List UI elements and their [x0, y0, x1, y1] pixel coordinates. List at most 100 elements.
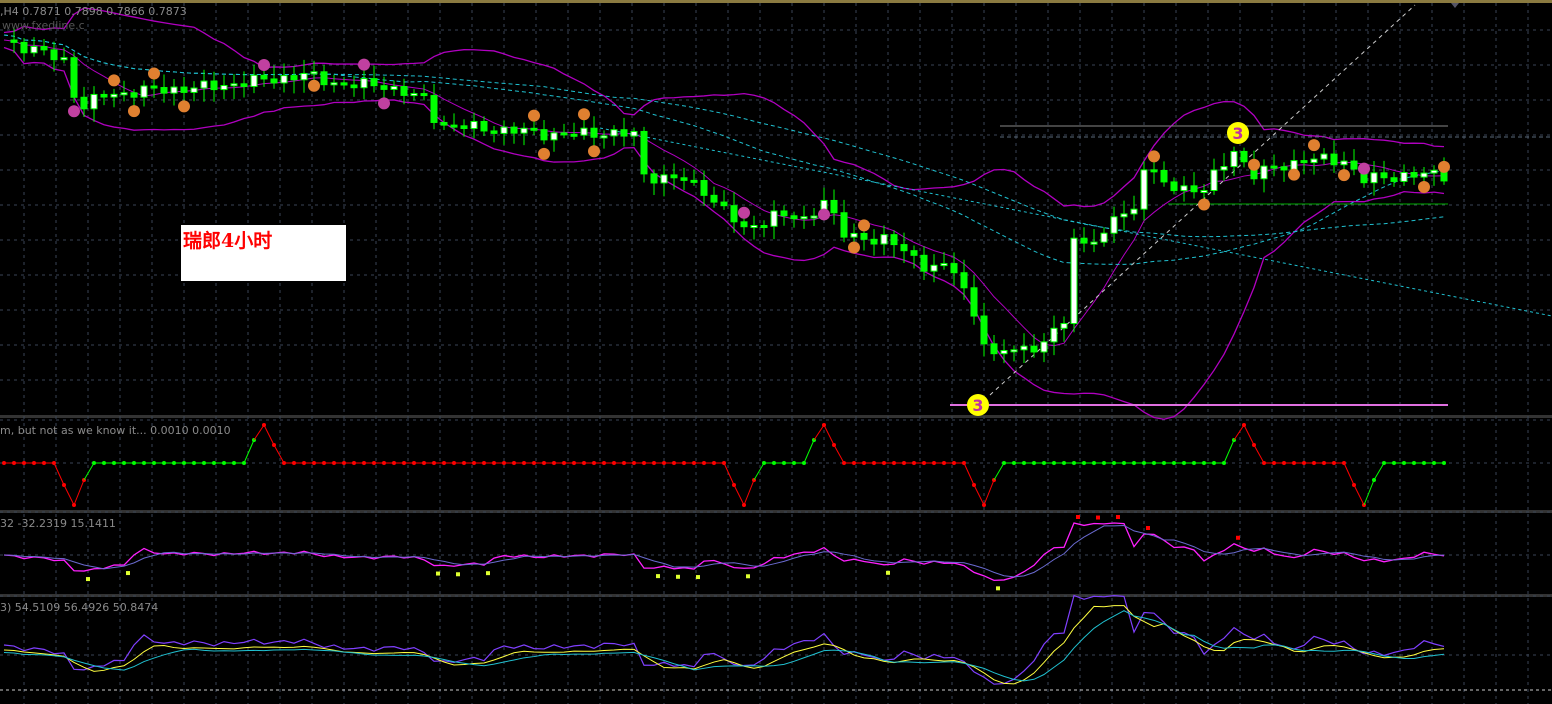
candle-bearish — [340, 82, 348, 86]
candle-bullish — [1040, 341, 1048, 353]
candle-bearish — [670, 174, 678, 179]
candle-bearish — [130, 92, 138, 98]
step-signal-line — [1253, 444, 1265, 464]
candle-bearish — [1410, 172, 1418, 178]
fractal-marker — [108, 74, 120, 87]
fractal-marker — [148, 67, 160, 80]
candle-bullish — [750, 225, 758, 229]
candle-bearish — [1300, 160, 1308, 164]
candle-bearish — [790, 215, 798, 220]
candle-bearish — [510, 126, 518, 134]
candle-bearish — [950, 263, 958, 274]
candle-bullish — [1430, 169, 1438, 174]
candle-bearish — [430, 95, 438, 123]
candle-bullish — [880, 234, 888, 245]
price-chart[interactable]: 33 — [0, 0, 1552, 704]
candle-bullish — [580, 127, 588, 136]
candle-bearish — [760, 225, 768, 229]
fractal-marker — [858, 219, 870, 232]
candle-bearish — [480, 120, 488, 132]
candle-bearish — [740, 221, 748, 228]
step-signal-line — [753, 462, 765, 481]
candle-bullish — [140, 85, 148, 98]
oscillator-trough-dot — [696, 575, 700, 580]
candle-bullish — [940, 263, 948, 267]
step-signal-line — [743, 479, 755, 506]
candle-bearish — [1170, 181, 1178, 192]
candle-bearish — [80, 96, 88, 110]
candle-bullish — [1340, 160, 1348, 166]
step-signal-line — [833, 444, 845, 464]
fractal-marker — [578, 108, 590, 121]
candle-bearish — [730, 205, 738, 223]
oscillator-label: 32 -32.2319 15.1411 — [0, 517, 116, 530]
candle-bullish — [1290, 160, 1298, 171]
candle-bearish — [320, 71, 328, 86]
candle-bearish — [700, 180, 708, 196]
step-signal-line — [723, 462, 735, 486]
candle-bullish — [1260, 165, 1268, 180]
candle-bullish — [810, 215, 818, 219]
candle-bullish — [1400, 172, 1408, 182]
candle-bearish — [1390, 177, 1398, 182]
candle-bullish — [1120, 213, 1128, 218]
candle-bearish — [350, 84, 358, 89]
candle-bullish — [1420, 172, 1428, 178]
candle-bearish — [710, 194, 718, 203]
candle-bullish — [1210, 169, 1218, 192]
candle-bearish — [1080, 237, 1088, 244]
candle-bearish — [240, 83, 248, 87]
fractal-marker — [178, 100, 190, 113]
candle-bearish — [780, 210, 788, 217]
candle-bearish — [1330, 153, 1338, 166]
candle-bullish — [230, 83, 238, 87]
oscillator-trough-dot — [436, 571, 440, 576]
wave-marker-label: 3 — [1232, 124, 1243, 143]
step-signal-line — [1363, 479, 1375, 506]
candle-bullish — [360, 78, 368, 89]
step-signal-line — [1353, 484, 1365, 506]
candle-bearish — [920, 254, 928, 272]
candle-bearish — [530, 127, 538, 131]
oscillator-trough-dot — [656, 574, 660, 579]
rsi-main — [3, 594, 1445, 685]
candle-bearish — [460, 125, 468, 130]
candle-bullish — [250, 74, 258, 87]
candle-bearish — [270, 78, 278, 84]
candle-bullish — [630, 130, 638, 137]
fractal-marker — [1288, 168, 1300, 181]
fractal-marker — [128, 105, 140, 118]
candle-bullish — [170, 86, 178, 94]
candle-bearish — [1380, 172, 1388, 179]
candle-bearish — [1240, 150, 1248, 163]
candle-bearish — [650, 173, 658, 184]
candle-bullish — [1070, 237, 1078, 325]
step-signal-line — [803, 439, 815, 464]
candle-bearish — [40, 45, 48, 51]
candle-bullish — [1000, 350, 1008, 355]
oscillator-trough-dot — [86, 577, 90, 582]
candle-bearish — [420, 93, 428, 97]
watermark: www.fxedline.c — [2, 19, 85, 32]
candle-bullish — [930, 264, 938, 272]
fractal-marker — [258, 58, 270, 71]
candle-bullish — [600, 135, 608, 139]
candle-bullish — [30, 45, 38, 54]
candle-bearish — [990, 343, 998, 355]
candle-bullish — [1130, 208, 1138, 215]
fractal-marker — [1418, 181, 1430, 194]
candle-bearish — [70, 57, 78, 98]
candle-bearish — [960, 272, 968, 289]
candle-bearish — [290, 75, 298, 81]
candle-bullish — [1320, 153, 1328, 160]
fractal-marker — [1148, 150, 1160, 163]
oscillator-peak-dot — [1096, 515, 1100, 520]
candle-bearish — [970, 287, 978, 317]
candle-bullish — [220, 85, 228, 91]
fractal-marker — [1198, 198, 1210, 211]
candle-bearish — [1030, 345, 1038, 353]
candle-bullish — [1020, 345, 1028, 351]
candle-bullish — [110, 93, 118, 98]
candle-bearish — [1350, 160, 1358, 170]
step-signal-line — [733, 484, 745, 506]
